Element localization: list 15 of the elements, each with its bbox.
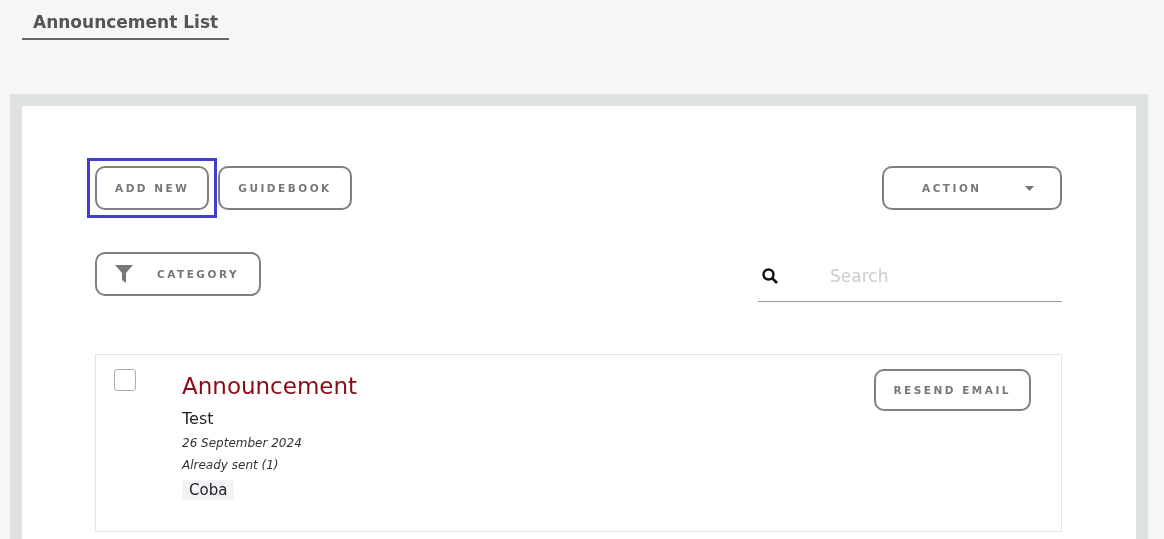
checkbox[interactable] — [114, 369, 136, 391]
action-dropdown[interactable]: ACTION — [882, 166, 1062, 210]
sent-status: Already sent (1) — [182, 458, 279, 472]
announcement-date: 26 September 2024 — [182, 436, 302, 450]
announcement-title[interactable]: Announcement — [182, 373, 358, 399]
caret-icon — [1025, 185, 1034, 191]
toolbar-button[interactable]: GUIDEBOOK — [218, 166, 352, 210]
search-icon — [762, 268, 778, 284]
filter-icon — [115, 265, 133, 283]
resend-email-button[interactable]: RESEND EMAIL — [873, 369, 1031, 411]
toolbar-button[interactable]: ADD NEW — [95, 166, 210, 210]
page-tab[interactable]: Announcement List — [22, 8, 230, 40]
category-filter-button[interactable]: CATEGORY — [95, 252, 261, 296]
announcement-text: Test — [182, 409, 214, 428]
category-tag: Coba — [182, 480, 235, 500]
